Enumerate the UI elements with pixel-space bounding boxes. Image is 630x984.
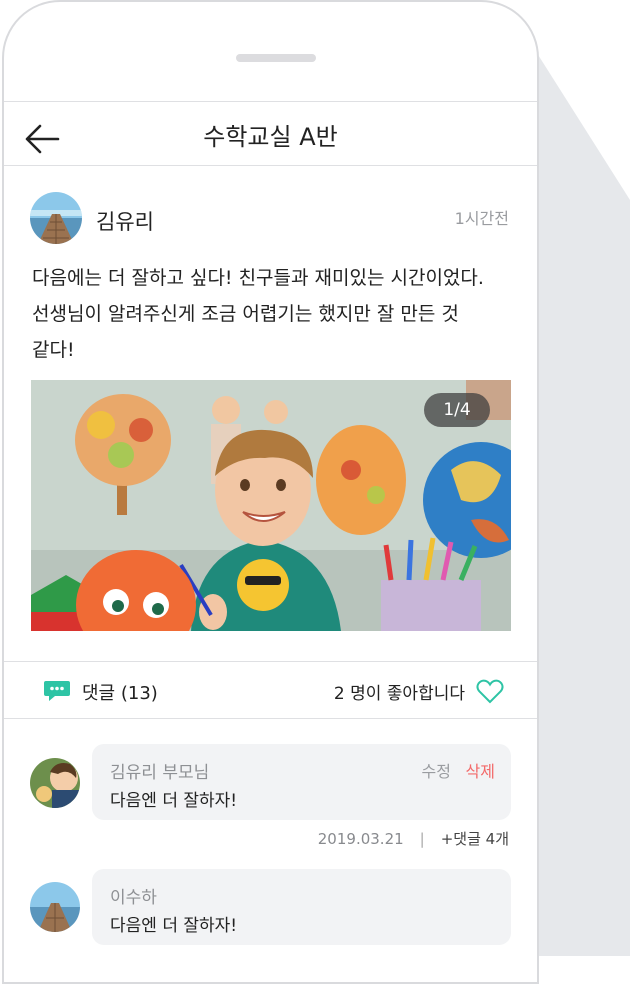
- post-body-line: 다음에는 더 잘하고 싶다! 친구들과 재미있는 시간이었다.: [32, 267, 484, 289]
- comment-meta: 2019.03.21 | +댓글 4개: [318, 828, 509, 849]
- reply-count-link[interactable]: +댓글 4개: [441, 830, 509, 848]
- comment-text: 다음엔 더 잘하자!: [110, 791, 238, 811]
- avatar-image: [30, 882, 80, 932]
- delete-comment-button[interactable]: 삭제: [466, 758, 495, 782]
- comment-bubble: 김유리 부모님 수정 삭제 다음엔 더 잘하자!: [92, 744, 511, 820]
- comment-author-name[interactable]: 이수하: [110, 883, 157, 908]
- edit-comment-button[interactable]: 수정: [422, 758, 451, 782]
- post-body-line: 선생님이 알려주신게 조금 어렵기는 했지만 잘 만든 것: [32, 303, 459, 325]
- divider: [4, 718, 537, 719]
- post-body: 다음에는 더 잘하고 싶다! 친구들과 재미있는 시간이었다. 선생님이 알려주…: [32, 260, 512, 368]
- photo-pager-badge: 1/4: [424, 393, 490, 427]
- device-shadow: [535, 50, 630, 956]
- comment-text: 다음엔 더 잘하자!: [110, 916, 238, 936]
- page-title: 수학교실 A반: [203, 123, 338, 151]
- comment-bubble-icon[interactable]: [42, 679, 72, 707]
- speaker-notch: [236, 54, 316, 62]
- avatar-image: [30, 192, 82, 244]
- like-count-text: 2 명이 좋아합니다: [333, 684, 465, 704]
- heart-outline-icon[interactable]: [475, 677, 505, 709]
- comment-author-name[interactable]: 김유리 부모님: [110, 758, 209, 783]
- post-author-name[interactable]: 김유리: [96, 206, 154, 236]
- post-body-line: 같다!: [32, 339, 75, 361]
- divider: [4, 101, 537, 102]
- comment-count-button[interactable]: 댓글 (13): [82, 679, 158, 705]
- comment-avatar[interactable]: [30, 882, 80, 932]
- meta-separator: |: [419, 830, 425, 848]
- comment-date: 2019.03.21: [317, 830, 404, 848]
- comment-avatar[interactable]: [30, 758, 80, 808]
- comment-bubble: 이수하 다음엔 더 잘하자!: [92, 869, 511, 945]
- author-avatar[interactable]: [30, 192, 82, 244]
- phone-frame: 수학교실 A반 김유리 1시간전 다음에는 더 잘하고 싶다! 친구들과 재미있…: [2, 0, 539, 984]
- post-action-bar: 댓글 (13) 2 명이 좋아합니다: [4, 662, 537, 718]
- post-photo[interactable]: 1/4: [31, 380, 511, 631]
- post-timestamp: 1시간전: [454, 209, 509, 228]
- avatar-image: [30, 758, 80, 808]
- divider: [4, 165, 537, 166]
